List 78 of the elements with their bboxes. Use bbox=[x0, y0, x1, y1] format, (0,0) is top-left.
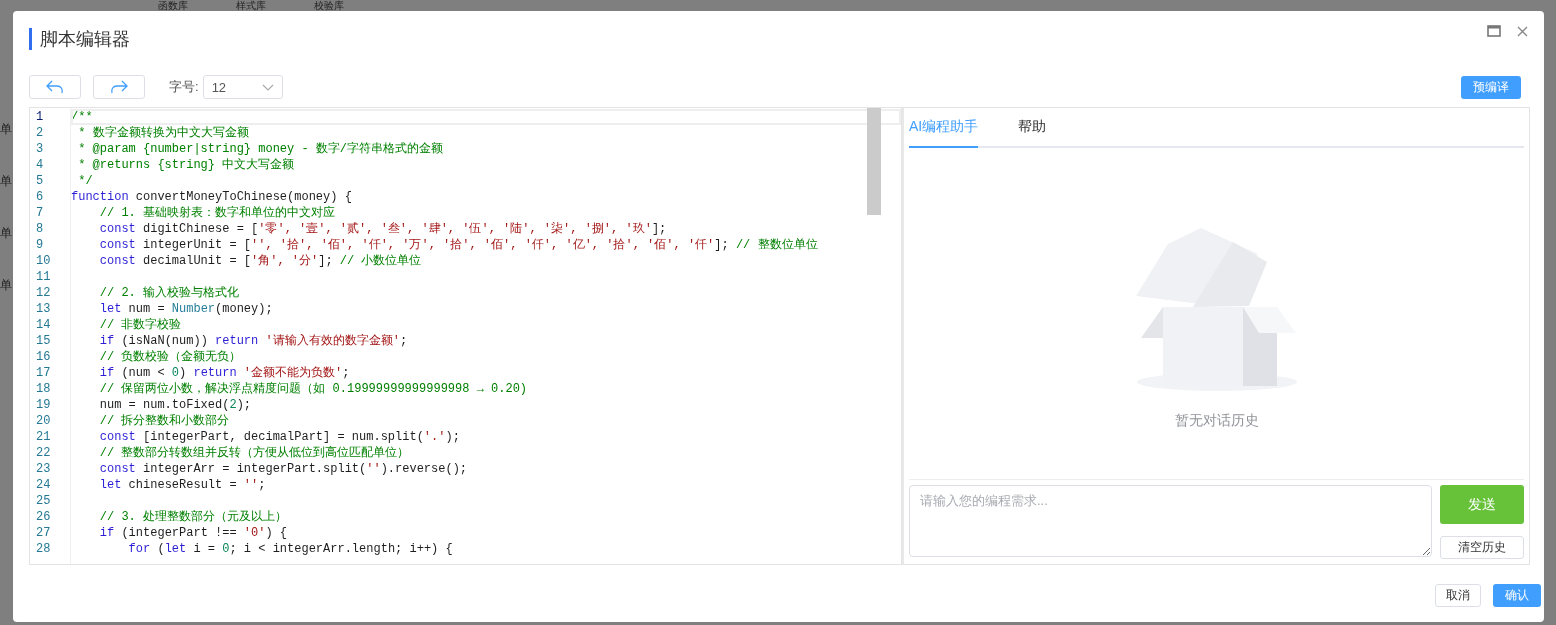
title-accent-bar bbox=[29, 28, 32, 50]
code-line: // 1. 基础映射表：数字和单位的中文对应 bbox=[98, 206, 335, 220]
line-number: 27 bbox=[35, 525, 52, 541]
code-line: // 3. 处理整数部分（元及以上） bbox=[98, 510, 287, 524]
code-line: * 数字金额转换为中文大写金额 bbox=[77, 126, 249, 140]
background-label: 单 bbox=[0, 225, 13, 241]
code-line: num = num.toFixed(2); bbox=[98, 398, 252, 412]
maximize-icon[interactable] bbox=[1487, 25, 1501, 37]
line-number: 22 bbox=[35, 445, 52, 461]
code-line: if (integerPart !== '0') { bbox=[98, 526, 288, 540]
undo-button[interactable] bbox=[29, 75, 81, 99]
code-line: if (num < 0) return '金额不能为负数'; bbox=[98, 366, 350, 380]
code-line: // 负数校验（金额无负） bbox=[98, 350, 242, 364]
line-number: 20 bbox=[35, 413, 52, 429]
line-number: 13 bbox=[35, 301, 52, 317]
background-label: 单 bbox=[0, 121, 13, 137]
line-number: 26 bbox=[35, 509, 52, 525]
line-number: 6 bbox=[35, 189, 45, 205]
redo-arrow-icon bbox=[109, 80, 129, 94]
font-size-select[interactable]: 12 bbox=[202, 75, 283, 99]
line-number: 12 bbox=[35, 285, 52, 301]
code-line: * @param {number|string} money - 数字/字符串格式的金额 bbox=[77, 142, 444, 156]
line-number: 18 bbox=[35, 381, 52, 397]
code-line: // 非数字校验 bbox=[98, 318, 182, 332]
cancel-button[interactable]: 取消 bbox=[1435, 584, 1481, 607]
code-line: // 整数部分转数组并反转（方便从低位到高位匹配单位） bbox=[98, 446, 410, 460]
undo-arrow-icon bbox=[45, 80, 65, 94]
code-line: // 拆分整数和小数部分 bbox=[98, 414, 230, 428]
line-number: 24 bbox=[35, 477, 52, 493]
line-number: 15 bbox=[35, 333, 52, 349]
line-number: 2 bbox=[35, 125, 45, 141]
code-line: const decimalUnit = ['角', '分']; // 小数位单位 bbox=[98, 254, 422, 268]
code-line: const digitChinese = ['零', '壹', '贰', '叁', '肆', '伍', '陆', '柒', '捌', '玖']; bbox=[98, 222, 667, 236]
line-number: 16 bbox=[35, 349, 52, 365]
line-number: 28 bbox=[35, 541, 52, 557]
font-size-label: 字号: bbox=[169, 78, 199, 96]
line-number: 3 bbox=[35, 141, 45, 157]
line-number: 4 bbox=[35, 157, 45, 173]
line-number: 8 bbox=[35, 221, 45, 237]
code-line: // 2. 输入校验与格式化 bbox=[98, 286, 239, 300]
line-number: 11 bbox=[35, 269, 52, 285]
code-line: for (let i = 0; i < integerArr.length; i++) { bbox=[127, 542, 453, 556]
panel-tab[interactable]: 帮助 bbox=[1018, 108, 1047, 148]
clear-history-button[interactable]: 清空历史 bbox=[1440, 536, 1524, 559]
code-line: const integerArr = integerPart.split('').reverse(); bbox=[98, 462, 468, 476]
line-number: 17 bbox=[35, 365, 52, 381]
close-icon[interactable] bbox=[1517, 25, 1528, 37]
code-editor[interactable] bbox=[29, 107, 902, 565]
code-line: let num = Number(money); bbox=[98, 302, 273, 316]
chevron-down-icon bbox=[261, 83, 274, 91]
line-number: 5 bbox=[35, 173, 45, 189]
background-tab-label: 函数库 bbox=[158, 0, 188, 11]
code-line: function convertMoneyToChinese(money) { bbox=[71, 190, 352, 204]
background-tab-label: 样式库 bbox=[236, 0, 266, 11]
code-line: const integerUnit = ['', '拾', '佰', '仟', '万', '拾', '佰', '仟', '亿', '拾', '佰', '仟']; // 整数位单位 bbox=[98, 238, 818, 252]
code-line: * @returns {string} 中文大写金额 bbox=[77, 158, 295, 172]
line-number: 23 bbox=[35, 461, 52, 477]
line-number: 21 bbox=[35, 429, 52, 445]
background-label: 单 bbox=[0, 173, 13, 189]
line-number: 19 bbox=[35, 397, 52, 413]
line-number: 7 bbox=[35, 205, 45, 221]
line-number: 9 bbox=[35, 237, 45, 253]
dialog-title: 脚本编辑器 bbox=[40, 28, 130, 51]
code-line: // 保留两位小数，解决浮点精度问题（如 0.19999999999999998 → 0.20) bbox=[98, 382, 528, 396]
scrollbar-thumb[interactable] bbox=[867, 108, 881, 215]
line-number: 1 bbox=[35, 109, 45, 125]
code-line: let chineseResult = ''; bbox=[98, 478, 266, 492]
line-number: 10 bbox=[35, 253, 52, 269]
background-tab-label: 校验库 bbox=[314, 0, 344, 11]
code-line: if (isNaN(num)) return '请输入有效的数字金额'; bbox=[98, 334, 408, 348]
redo-button[interactable] bbox=[93, 75, 145, 99]
background-label: 单 bbox=[0, 277, 13, 293]
line-number: 25 bbox=[35, 493, 52, 509]
line-number: 14 bbox=[35, 317, 52, 333]
code-line: */ bbox=[77, 174, 93, 188]
code-line: const [integerPart, decimalPart] = num.split('.'); bbox=[98, 430, 460, 444]
prompt-input-field[interactable]: 请输入您的编程需求... bbox=[909, 485, 1432, 557]
empty-history-text: 暂无对话历史 bbox=[1174, 411, 1259, 430]
